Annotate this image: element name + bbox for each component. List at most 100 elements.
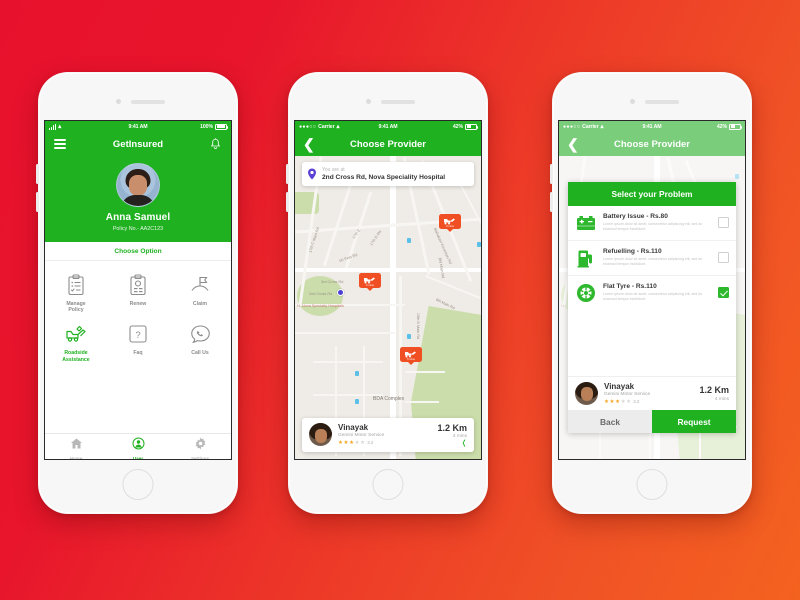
marker-tip bbox=[367, 288, 373, 291]
phone3-home-button[interactable] bbox=[637, 469, 668, 500]
phone3-volume-down bbox=[550, 192, 553, 212]
car-battery-icon bbox=[575, 215, 597, 231]
option-label: Call Us bbox=[169, 350, 231, 357]
back-chevron-icon[interactable]: ❮ bbox=[303, 137, 315, 151]
status-time: 9:41 AM bbox=[622, 124, 681, 130]
map-label: 17th D Ma bbox=[369, 230, 382, 247]
current-location-bar[interactable]: You are at 2nd Cross Rd, Nova Speciality… bbox=[302, 162, 474, 186]
avatar bbox=[116, 163, 160, 207]
problem-checkbox[interactable] bbox=[718, 252, 729, 263]
problem-title: Refuelling - Rs.110 bbox=[603, 248, 712, 255]
provider-eta: 4 mins bbox=[699, 397, 729, 402]
options-grid: Manage Policy Renew Claim Roadside Assis… bbox=[45, 261, 231, 376]
option-manage-policy[interactable]: Manage Policy bbox=[45, 268, 107, 318]
problem-checkbox[interactable] bbox=[718, 217, 729, 228]
page-title: Choose Provider bbox=[295, 139, 481, 150]
tab-home[interactable]: Home bbox=[45, 434, 107, 459]
phone2-volume-up bbox=[286, 164, 289, 184]
tab-user[interactable]: User bbox=[107, 434, 169, 459]
problem-checkbox[interactable] bbox=[718, 287, 729, 298]
marker-tip bbox=[447, 229, 453, 232]
app-title: GetInsured bbox=[45, 139, 231, 150]
phone1-tabbar: Home User Settings bbox=[45, 433, 231, 459]
option-faq[interactable]: ? Faq bbox=[107, 317, 169, 367]
provider-marker-1[interactable]: 3 mins bbox=[439, 214, 461, 232]
back-button[interactable]: Back bbox=[568, 410, 652, 433]
signal-bars-icon bbox=[49, 124, 56, 130]
phone2-volume-down bbox=[286, 192, 289, 212]
provider-avatar bbox=[575, 382, 598, 405]
user-location-dot bbox=[337, 289, 344, 296]
map-poi bbox=[477, 242, 481, 247]
provider-company: Gemini Motor Service bbox=[338, 433, 437, 438]
status-time: 9:41 AM bbox=[108, 124, 167, 130]
phone1-earpiece bbox=[131, 100, 165, 104]
tab-settings[interactable]: Settings bbox=[169, 434, 231, 459]
option-renew[interactable]: Renew bbox=[107, 268, 169, 318]
page-title: Choose Provider bbox=[559, 139, 745, 150]
choose-option-label: Choose Option bbox=[45, 242, 231, 261]
phone3-earpiece bbox=[645, 100, 679, 104]
problem-desc: Lorem ipsum dolor sit amet, consectetur … bbox=[603, 292, 712, 303]
battery-icon bbox=[215, 124, 227, 130]
phone3-screen: ●●●○○ Carrier ▴ 9:41 AM ᚝ 42% ❮ Choose P… bbox=[558, 120, 746, 460]
svg-text:?: ? bbox=[135, 330, 140, 341]
option-label: Renew bbox=[107, 301, 169, 308]
map-label: 2nd Cross Rd bbox=[309, 292, 332, 296]
map-label: H. Nova Specialty Hospitals bbox=[297, 304, 344, 308]
provider-marker-2[interactable]: 6 mins bbox=[359, 273, 381, 291]
phone2-status-bar: ●●●○○ Carrier ▴ 9:41 AM ᚝ 42% bbox=[295, 121, 481, 132]
signal-dots-icon: ●●●○○ bbox=[563, 124, 580, 130]
option-roadside-assistance[interactable]: Roadside Assistance bbox=[45, 317, 107, 367]
map-view[interactable]: 17th C Main Rd 17th E 17th D Ma 60 Feet … bbox=[295, 156, 481, 459]
phone2-home-button[interactable] bbox=[373, 469, 404, 500]
map-road bbox=[425, 275, 481, 300]
provider-rating: ★★★★★ 3.2 bbox=[338, 440, 437, 446]
phone3-navbar: ❮ Choose Provider bbox=[559, 132, 745, 156]
rating-value: 3.2 bbox=[633, 399, 639, 404]
provider-name: Vinayak bbox=[604, 382, 699, 391]
problem-row-battery[interactable]: Battery Issue - Rs.80 Lorem ipsum dolor … bbox=[568, 206, 736, 241]
back-chevron-icon[interactable]: ❮ bbox=[567, 137, 579, 151]
phone3-front-camera bbox=[630, 99, 635, 104]
wifi-icon: ▴ bbox=[58, 123, 61, 130]
provider-distance: 1.2 Km bbox=[699, 385, 729, 395]
problem-title: Flat Tyre - Rs.110 bbox=[603, 283, 712, 290]
gear-icon bbox=[194, 437, 207, 450]
map-road bbox=[405, 401, 439, 403]
problem-row-refuelling[interactable]: Refuelling - Rs.110 Lorem ipsum dolor si… bbox=[568, 241, 736, 276]
problem-title: Battery Issue - Rs.80 bbox=[603, 213, 712, 220]
option-label: Manage Policy bbox=[45, 301, 107, 315]
option-label: Roadside Assistance bbox=[45, 350, 107, 364]
provider-marker-3[interactable]: 5 mins bbox=[400, 347, 422, 365]
flag-icon bbox=[169, 272, 231, 298]
policy-number: Policy No.- AA2C123 bbox=[45, 226, 231, 232]
problem-row-flat-tyre[interactable]: Flat Tyre - Rs.110 Lorem ipsum dolor sit… bbox=[568, 276, 736, 310]
map-road bbox=[313, 361, 383, 363]
phone2-navbar: ❮ Choose Provider bbox=[295, 132, 481, 156]
battery-percent: 100% bbox=[200, 124, 213, 130]
provider-card[interactable]: Vinayak Gemini Motor Service ★★★★★ 3.2 1.… bbox=[302, 418, 474, 453]
chevron-down-icon[interactable]: ❬ bbox=[437, 440, 467, 447]
option-claim[interactable]: Claim bbox=[169, 268, 231, 318]
request-button[interactable]: Request bbox=[652, 410, 736, 433]
hamburger-icon[interactable] bbox=[54, 139, 66, 149]
phone3-volume-up bbox=[550, 164, 553, 184]
bell-icon[interactable] bbox=[210, 138, 221, 150]
option-call-us[interactable]: Call Us bbox=[169, 317, 231, 367]
phone1-home-button[interactable] bbox=[123, 469, 154, 500]
phone1-status-bar: ▴ 9:41 AM ᚝ 100% bbox=[45, 121, 231, 132]
selected-provider-row[interactable]: Vinayak Gemini Motor Service ★★★★★ 3.2 1.… bbox=[568, 376, 736, 410]
problem-desc: Lorem ipsum dolor sit amet, consectetur … bbox=[603, 257, 712, 268]
user-profile-header: Anna Samuel Policy No.- AA2C123 bbox=[45, 156, 231, 242]
provider-name: Vinayak bbox=[338, 423, 437, 432]
map-road bbox=[405, 371, 445, 373]
status-time: 9:41 AM bbox=[358, 124, 417, 130]
battery-percent: 42% bbox=[717, 124, 727, 130]
panel-title: Select your Problem bbox=[568, 182, 736, 206]
location-label: You are at bbox=[322, 167, 468, 173]
map-pin-icon bbox=[308, 168, 316, 179]
phone1-volume-up bbox=[36, 164, 39, 184]
marker-eta: 6 mins bbox=[359, 284, 381, 287]
map-poi bbox=[355, 399, 359, 404]
